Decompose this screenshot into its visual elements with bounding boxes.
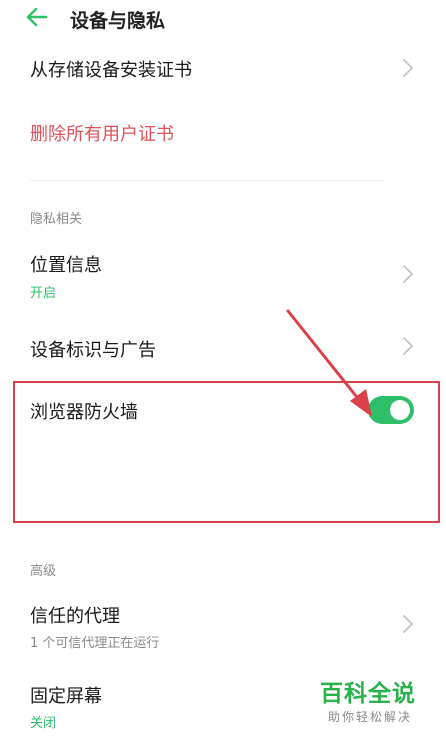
- trust-agents-subtitle: 1 个可信代理正在运行: [30, 636, 160, 651]
- chevron-right-icon: [403, 59, 414, 77]
- install-cert-item[interactable]: 从存储设备安装证书: [30, 56, 192, 82]
- location-status: 开启: [30, 286, 57, 301]
- chevron-right-icon: [403, 615, 414, 633]
- page-title: 设备与隐私: [70, 10, 166, 32]
- chevron-right-icon: [403, 265, 414, 283]
- trust-agents-item[interactable]: 信任的代理: [30, 602, 120, 628]
- watermark-subtitle: 助你轻松解决: [328, 710, 413, 724]
- annotation-arrow-icon: [286, 309, 372, 417]
- toggle-knob: [390, 400, 410, 420]
- divider: [30, 180, 384, 181]
- device-id-ads-item[interactable]: 设备标识与广告: [30, 336, 156, 362]
- section-advanced-header: 高级: [30, 564, 57, 579]
- browser-firewall-item[interactable]: 浏览器防火墙: [30, 398, 138, 424]
- screen-pinning-status: 关闭: [30, 716, 57, 731]
- screen-pinning-item[interactable]: 固定屏幕: [30, 682, 102, 708]
- location-item[interactable]: 位置信息: [30, 251, 102, 277]
- delete-certs-item[interactable]: 删除所有用户证书: [30, 120, 174, 146]
- section-privacy-header: 隐私相关: [30, 212, 83, 227]
- back-arrow-icon[interactable]: [24, 4, 50, 30]
- watermark-logo: 百科全说: [320, 681, 416, 707]
- chevron-right-icon: [403, 337, 414, 355]
